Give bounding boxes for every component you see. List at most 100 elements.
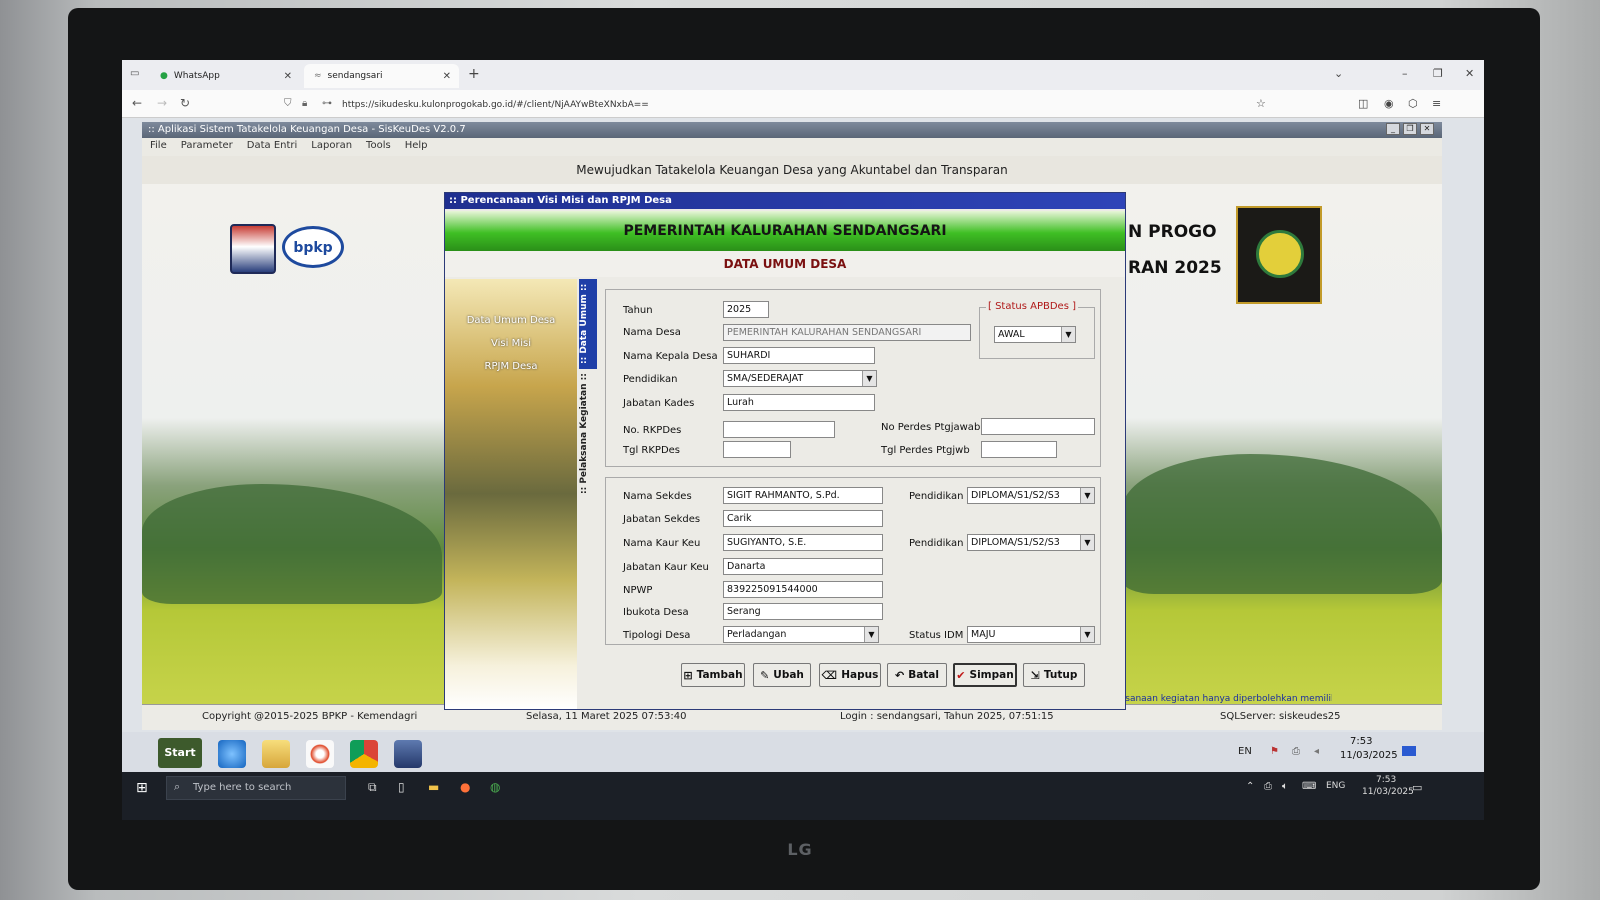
no-rkpdes-field[interactable] xyxy=(723,421,835,438)
side-link-visi-misi[interactable]: Visi Misi xyxy=(445,338,577,349)
menu-tools[interactable]: Tools xyxy=(366,140,391,154)
keyboard-icon[interactable]: ⌨ xyxy=(1302,781,1316,792)
bookmark-star-icon[interactable]: ☆ xyxy=(1256,97,1266,110)
clock-time[interactable]: 7:53 xyxy=(1376,775,1396,785)
tutup-button[interactable]: ⇲ Tutup xyxy=(1023,663,1085,687)
internet-explorer-icon[interactable] xyxy=(218,740,246,768)
reload-icon[interactable]: ↻ xyxy=(180,96,190,110)
pendidikan-kades-select[interactable]: SMA/SEDERAJAT ▼ xyxy=(723,370,877,387)
menu-laporan[interactable]: Laporan xyxy=(311,140,352,154)
tab-list-icon[interactable]: ▭ xyxy=(130,68,139,79)
ibukota-desa-field[interactable]: Serang xyxy=(723,603,883,620)
jabatan-kades-field[interactable]: Lurah xyxy=(723,394,875,411)
forward-icon[interactable]: → xyxy=(157,96,167,110)
chevron-down-icon[interactable]: ▼ xyxy=(1080,488,1094,503)
account-icon[interactable]: ◉ xyxy=(1384,97,1394,110)
windows-logo-icon[interactable]: ⊞ xyxy=(136,780,148,796)
chevron-down-icon[interactable]: ▼ xyxy=(862,371,876,386)
close-icon[interactable]: ✕ xyxy=(284,71,292,82)
tab-whatsapp[interactable]: ● WhatsApp ✕ xyxy=(150,64,300,88)
remote-lang[interactable]: EN xyxy=(1238,746,1252,757)
minimize-icon[interactable]: – xyxy=(1402,67,1408,80)
nama-sekdes-field[interactable]: SIGIT RAHMANTO, S.Pd. xyxy=(723,487,883,504)
ubah-button[interactable]: ✎ Ubah xyxy=(753,663,811,687)
remote-clock-date[interactable]: 11/03/2025 xyxy=(1340,750,1398,761)
firefox-icon[interactable]: ● xyxy=(460,780,470,794)
menu-file[interactable]: File xyxy=(150,140,167,154)
permissions-icon[interactable]: ⊶ xyxy=(322,98,332,109)
menu-data-entri[interactable]: Data Entri xyxy=(247,140,298,154)
chevron-down-icon[interactable]: ▼ xyxy=(864,627,878,642)
chrome-icon[interactable]: ◍ xyxy=(490,780,500,794)
simpan-button[interactable]: ✔ Simpan xyxy=(953,663,1017,687)
label-nama-desa: Nama Desa xyxy=(623,327,681,338)
network-icon[interactable]: ⎙ xyxy=(1292,746,1300,757)
jabatan-sekdes-field[interactable]: Carik xyxy=(723,510,883,527)
chrome-icon[interactable] xyxy=(350,740,378,768)
hapus-button[interactable]: ⌫ Hapus xyxy=(819,663,881,687)
status-apbdes-select[interactable]: AWAL ▼ xyxy=(994,326,1076,343)
file-explorer-icon[interactable]: ▬ xyxy=(428,780,439,794)
app-minimize-button[interactable]: _ xyxy=(1386,123,1400,135)
pendidikan-kaur-select[interactable]: DIPLOMA/S1/S2/S3 ▼ xyxy=(967,534,1095,551)
tipologi-desa-select[interactable]: Perladangan ▼ xyxy=(723,626,879,643)
document-icon[interactable]: ▯ xyxy=(398,780,405,794)
restore-icon[interactable]: ❐ xyxy=(1433,67,1443,80)
extensions-icon[interactable]: ⬡ xyxy=(1408,97,1418,110)
tab-pelaksana-kegiatan[interactable]: :: Pelaksana Kegiatan :: xyxy=(579,373,597,495)
volume-icon[interactable]: ◂ xyxy=(1314,746,1319,757)
nama-kaur-keu-field[interactable]: SUGIYANTO, S.E. xyxy=(723,534,883,551)
chevron-down-icon[interactable]: ▼ xyxy=(1080,627,1094,642)
app-close-button[interactable]: ✕ xyxy=(1420,123,1434,135)
nama-desa-field[interactable]: PEMERINTAH KALURAHAN SENDANGSARI xyxy=(723,324,971,341)
npwp-field[interactable]: 839225091544000 xyxy=(723,581,883,598)
volume-icon[interactable]: 🔈︎ xyxy=(1282,781,1288,792)
close-icon[interactable]: ✕ xyxy=(443,71,451,82)
siskeudes-taskbar-icon[interactable] xyxy=(394,740,422,768)
side-link-data-umum-desa[interactable]: Data Umum Desa xyxy=(445,315,577,326)
language-indicator[interactable]: ENG xyxy=(1326,781,1345,791)
no-perdes-field[interactable] xyxy=(981,418,1095,435)
back-icon[interactable]: ← xyxy=(132,96,142,110)
chevron-down-icon[interactable]: ⌄ xyxy=(1334,67,1343,80)
windows-search-box[interactable]: Type here to search xyxy=(166,776,346,800)
tahun-field[interactable]: 2025 xyxy=(723,301,769,318)
chevron-up-icon[interactable]: ⌃ xyxy=(1246,781,1254,792)
task-view-icon[interactable]: ⧉ xyxy=(368,780,377,795)
button-label: Tutup xyxy=(1043,669,1078,681)
nama-kepala-desa-field[interactable]: SUHARDI xyxy=(723,347,875,364)
close-window-icon[interactable]: ✕ xyxy=(1465,67,1474,80)
network-icon[interactable]: ⎙ xyxy=(1264,781,1272,792)
side-link-rpjm-desa[interactable]: RPJM Desa xyxy=(445,361,577,372)
show-desktop-icon[interactable] xyxy=(1402,746,1416,756)
jabatan-kaur-keu-field[interactable]: Danarta xyxy=(723,558,883,575)
tambah-button[interactable]: ⊞ Tambah xyxy=(681,663,745,687)
notification-icon[interactable]: ▭ xyxy=(1412,781,1422,794)
remote-clock-time[interactable]: 7:53 xyxy=(1350,736,1372,747)
selected-value: DIPLOMA/S1/S2/S3 xyxy=(971,490,1060,501)
menu-icon[interactable]: ≡ xyxy=(1432,97,1441,110)
remote-start-button[interactable]: Start xyxy=(158,738,202,768)
clock-date[interactable]: 11/03/2025 xyxy=(1362,787,1414,797)
new-tab-icon[interactable]: + xyxy=(468,66,480,82)
status-idm-select[interactable]: MAJU ▼ xyxy=(967,626,1095,643)
pocket-icon[interactable]: ◫ xyxy=(1358,97,1368,110)
tab-data-umum[interactable]: :: Data Umum :: xyxy=(579,279,597,369)
lock-icon[interactable]: 🔒︎ xyxy=(302,98,307,109)
tgl-rkpdes-field[interactable] xyxy=(723,441,791,458)
folder-icon[interactable] xyxy=(262,740,290,768)
chevron-down-icon[interactable]: ▼ xyxy=(1080,535,1094,550)
button-label: Simpan xyxy=(969,669,1014,681)
app-restore-button[interactable]: ❐ xyxy=(1403,123,1417,135)
chevron-down-icon[interactable]: ▼ xyxy=(1061,327,1075,342)
tgl-perdes-field[interactable] xyxy=(981,441,1057,458)
address-bar[interactable]: https://sikudesku.kulonprogokab.go.id/#/… xyxy=(342,100,649,110)
menu-parameter[interactable]: Parameter xyxy=(181,140,233,154)
shield-icon[interactable]: ⛉ xyxy=(284,98,292,109)
menu-help[interactable]: Help xyxy=(405,140,428,154)
pendidikan-sekdes-select[interactable]: DIPLOMA/S1/S2/S3 ▼ xyxy=(967,487,1095,504)
tray-icon[interactable]: ⚑ xyxy=(1270,746,1279,757)
tab-sendangsari[interactable]: ≈ sendangsari ✕ xyxy=(304,64,459,88)
batal-button[interactable]: ↶ Batal xyxy=(887,663,947,687)
media-player-icon[interactable] xyxy=(306,740,334,768)
